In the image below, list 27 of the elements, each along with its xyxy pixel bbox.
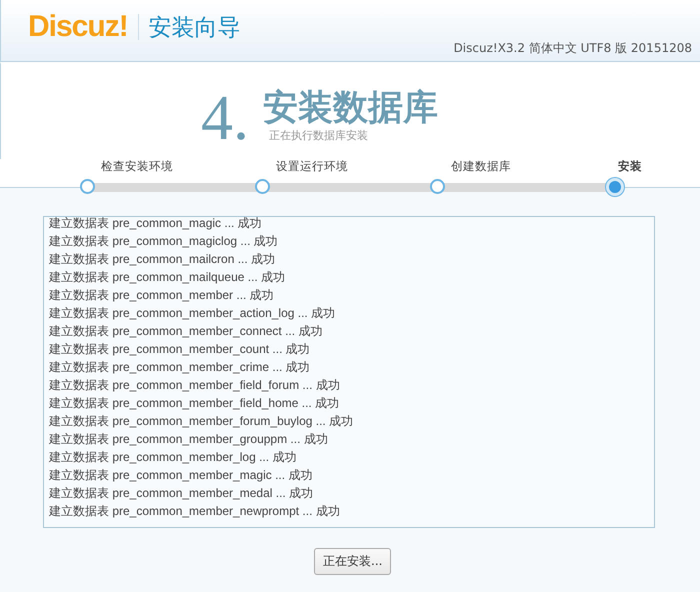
log-line: 建立数据表 pre_common_member_newprompt ... 成功 — [49, 503, 341, 520]
step-label: 安装 — [617, 159, 643, 175]
log-line: 建立数据表 pre_common_member_field_home ... 成功 — [49, 395, 340, 412]
log-line: 建立数据表 pre_common_member_count ... 成功 — [49, 341, 311, 358]
log-line: 建立数据表 pre_common_member_field_forum ... 成功 — [49, 377, 341, 394]
log-line: 建立数据表 pre_common_member_connect ... 成功 — [49, 323, 324, 340]
step-label: 创建数据库 — [450, 159, 512, 175]
log-line: 建立数据表 pre_common_mailqueue ... 成功 — [49, 269, 286, 286]
log-line: 建立数据表 pre_common_member_medal ... 成功 — [49, 485, 314, 502]
step-title: 安装数据库 — [263, 88, 438, 128]
log-line: 建立数据表 pre_common_member ... 成功 — [49, 287, 275, 304]
log-line: 建立数据表 pre_common_member_crime ... 成功 — [49, 359, 311, 376]
version-text: Discuz!X3.2 简体中文 UTF8 版 20151208 — [454, 40, 692, 57]
log-line: 建立数据表 pre_common_magic ... 成功 — [49, 217, 263, 232]
log-line: 建立数据表 pre_common_member_forum_buylog ... 成功 — [49, 413, 354, 430]
log-line: 建立数据表 pre_common_magiclog ... 成功 — [49, 233, 279, 250]
step-label: 检查安装环境 — [100, 159, 174, 175]
log-line: 建立数据表 pre_common_member_action_log ... 成功 — [49, 305, 336, 322]
header-title: 安装向导 — [148, 14, 241, 42]
log-line: 建立数据表 pre_common_member_grouppm ... 成功 — [49, 431, 329, 448]
step-subtitle: 正在执行数据库安装 — [268, 128, 369, 143]
logo: Discuz! — [28, 10, 128, 44]
log-line: 建立数据表 pre_common_member_magic ... 成功 — [49, 467, 314, 484]
step-number: 4. — [201, 86, 249, 150]
step-label: 设置运行环境 — [275, 159, 349, 175]
log-line: 建立数据表 pre_common_member_log ... 成功 — [49, 449, 298, 466]
log-line: 建立数据表 pre_common_mailcron ... 成功 — [49, 251, 276, 268]
